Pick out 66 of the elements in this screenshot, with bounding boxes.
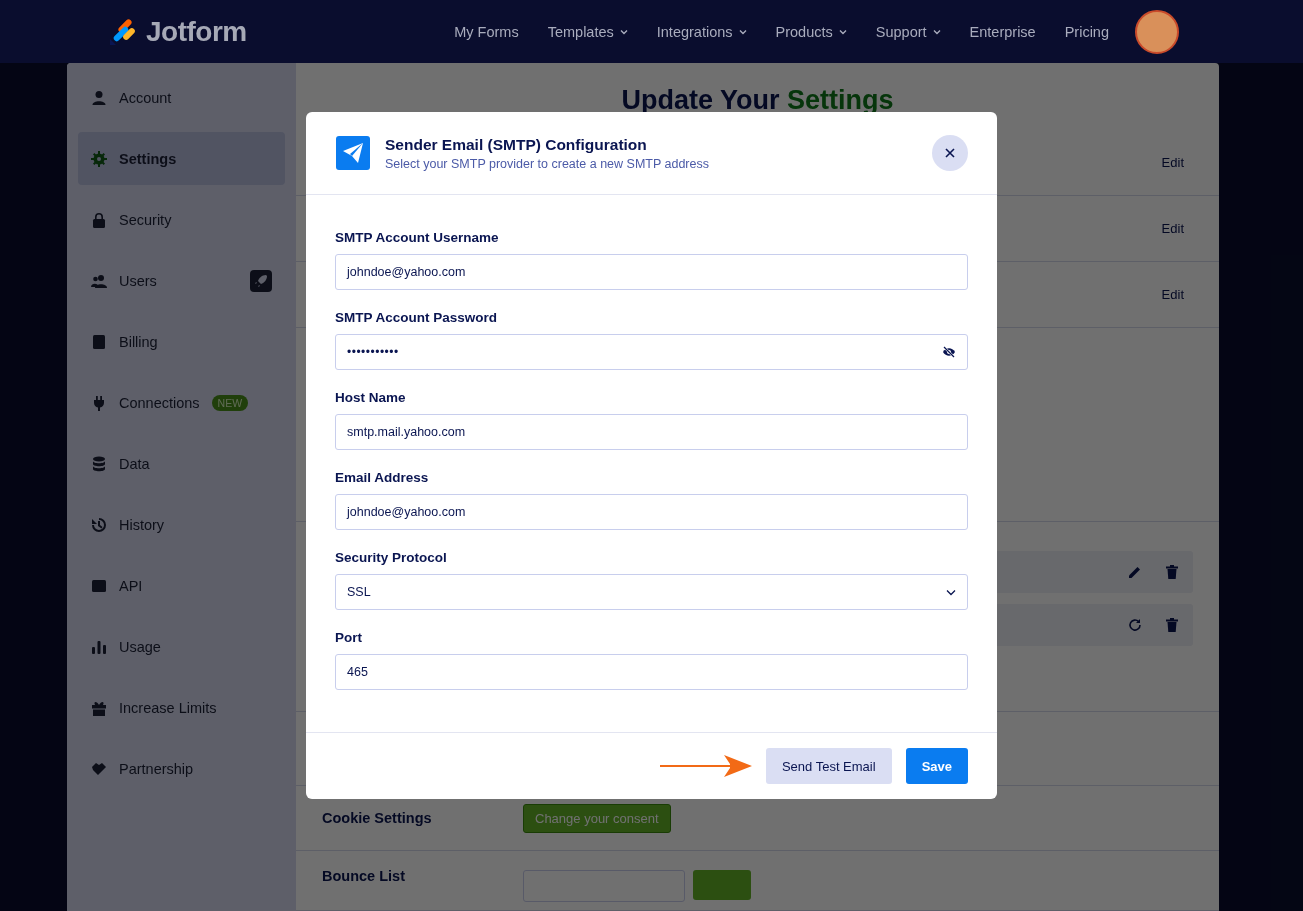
close-button[interactable] [932,135,968,171]
input-field[interactable]: johndoe@yahoo.com [335,254,968,290]
chevron-down-icon [946,588,956,596]
database-icon [91,455,107,472]
field-label: Security Protocol [335,550,448,565]
trash-icon[interactable] [1166,618,1178,632]
bounce-list-label: Bounce List [322,868,406,884]
sidebar-item[interactable]: Data [78,437,285,490]
sidebar-item[interactable]: Security [78,193,285,246]
save-button[interactable]: Save [905,748,968,784]
nav-link[interactable]: Integrations [656,23,747,40]
edit-link[interactable]: Edit [1161,155,1184,170]
bar-chart-icon [91,638,107,655]
new-badge: NEW [211,394,249,411]
select-field[interactable]: SSL [335,574,968,610]
nav-link[interactable]: My Forms [454,23,519,40]
cookie-settings-label: Cookie Settings [322,810,433,826]
sidebar-item[interactable]: Account [78,71,285,124]
sidebar-item[interactable]: Increase Limits [78,681,285,734]
plug-icon [91,394,107,411]
dialog-title: Sender Email (SMTP) Configuration [385,135,648,154]
search-field[interactable] [523,870,685,902]
gift-icon [91,699,107,716]
input-field[interactable]: 465 [335,654,968,690]
paper-plane-icon [336,136,370,170]
page-heading: Update Your Settings [620,84,895,117]
lock-icon [91,211,107,228]
gear-icon [91,150,107,167]
document-icon [91,333,107,350]
rocket-icon [250,269,272,292]
eye-slash-icon[interactable] [942,346,956,358]
field-label: SMTP Account Username [335,230,500,245]
person-icon [91,89,107,106]
sidebar-item[interactable]: Billing [78,315,285,368]
sidebar-item[interactable]: API [78,559,285,612]
dialog-subtitle: Select your SMTP provider to create a new SMTP address [385,156,710,171]
nav-link[interactable]: Pricing [1064,23,1109,40]
people-icon [91,272,107,289]
sidebar-item[interactable]: Partnership [78,742,285,795]
sidebar-item[interactable]: Users [78,254,285,307]
field-label: Port [335,630,363,645]
refresh-icon[interactable] [1128,618,1142,632]
logo-icon [108,16,138,47]
nav-link[interactable]: Support [875,23,941,40]
avatar[interactable] [1135,9,1179,54]
nav-link[interactable]: Products [775,23,847,40]
edit-link[interactable]: Edit [1161,221,1184,236]
sidebar-item[interactable]: Connections NEW [78,376,285,429]
sidebar-item[interactable]: Usage [78,620,285,673]
field-label: SMTP Account Password [335,310,499,325]
field-label: Host Name [335,390,407,405]
input-field[interactable]: johndoe@yahoo.com [335,494,968,530]
sidebar-item[interactable]: Settings [78,132,285,185]
input-field[interactable]: smtp.mail.yahoo.com [335,414,968,450]
field-label: Email Address [335,470,430,485]
nav-link[interactable]: Enterprise [969,23,1036,40]
send-test-email-button[interactable]: Send Test Email [765,748,892,784]
password-field[interactable]: ••••••••••• [335,334,968,370]
nav-link[interactable]: Templates [547,23,628,40]
trash-icon[interactable] [1166,565,1178,579]
close-icon [945,148,955,158]
brand-name[interactable]: Jotform [146,15,247,48]
sidebar-item[interactable]: History [78,498,285,551]
history-icon [91,516,107,533]
pencil-icon[interactable] [1128,565,1142,579]
edit-link[interactable]: Edit [1161,287,1184,302]
